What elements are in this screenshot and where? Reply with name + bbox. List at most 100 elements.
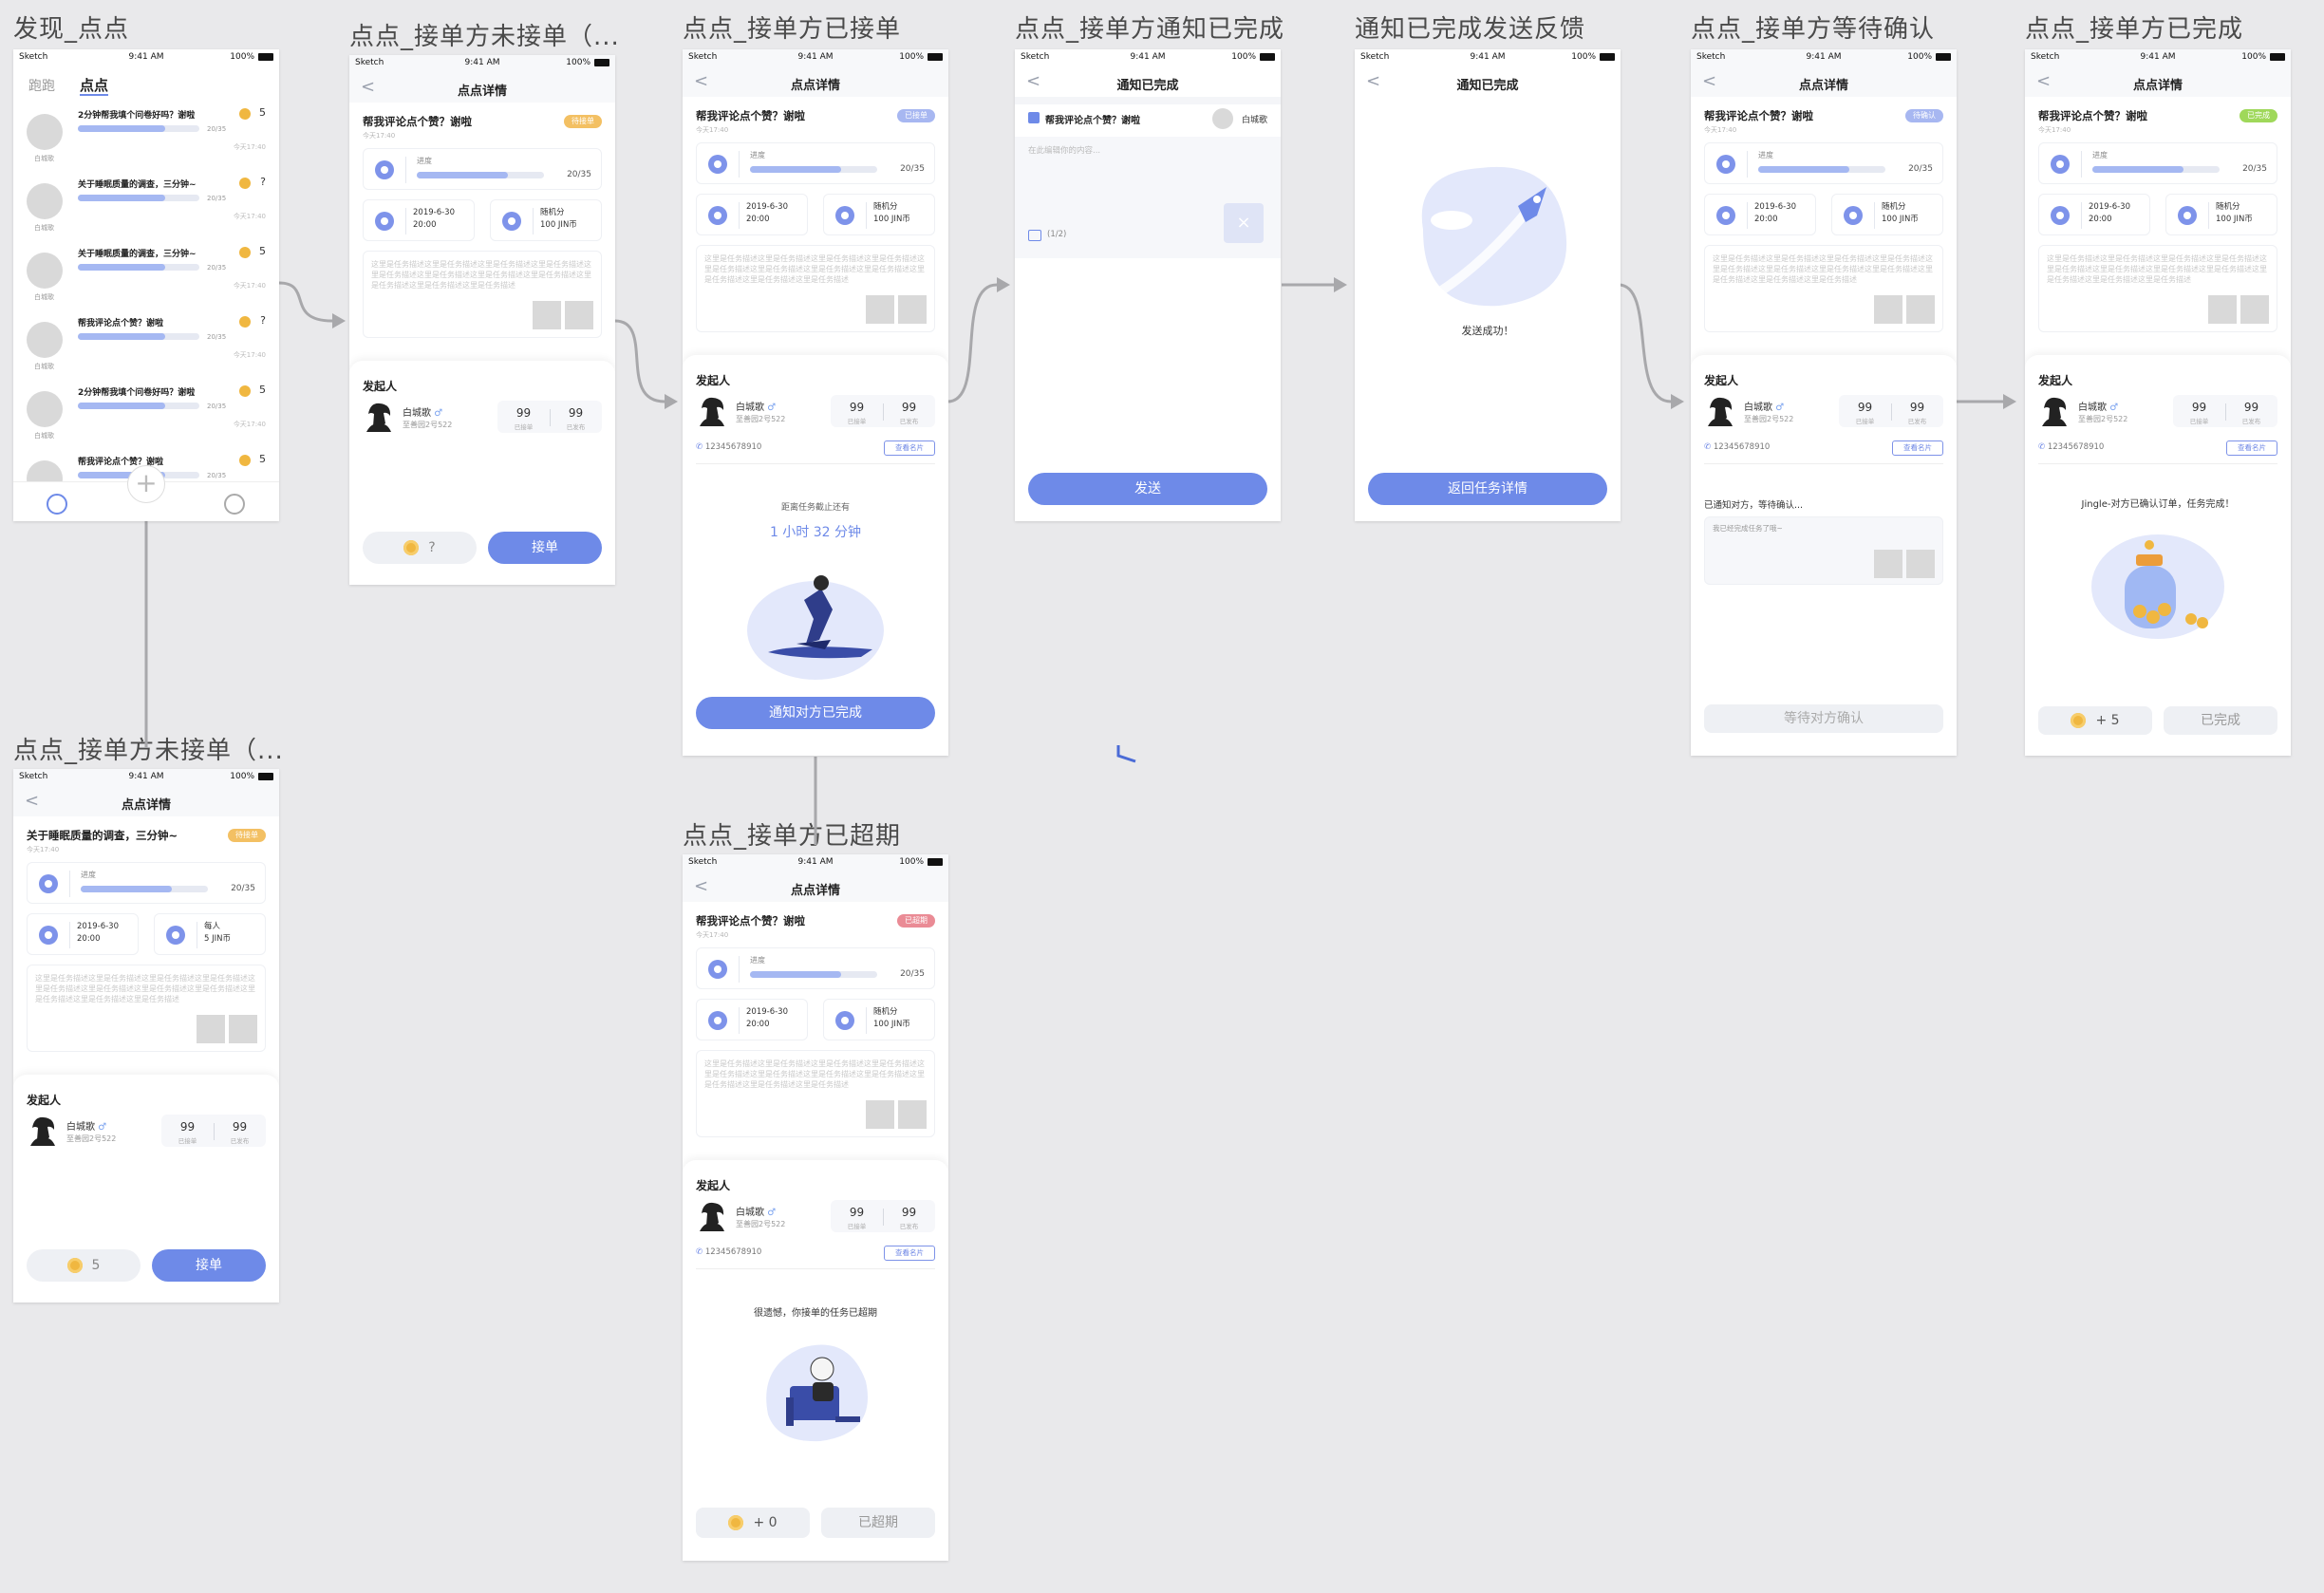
posted-count: 99 xyxy=(232,1120,248,1134)
image-thumb[interactable] xyxy=(1906,550,1935,578)
description-card: 这里是任务描述这里是任务描述这里是任务描述这里是任务描述这里是任务描述这里是任务… xyxy=(27,965,266,1052)
deadline-date: 2019-6-30 xyxy=(746,1007,788,1017)
status-bar: Sketch 9:41 AM 100% xyxy=(1691,49,1957,65)
image-thumb[interactable] xyxy=(2208,295,2237,324)
tab-run[interactable]: 跑跑 xyxy=(28,76,55,95)
reward-amount: 100 JIN币 xyxy=(873,1020,910,1029)
image-thumb[interactable] xyxy=(898,295,927,324)
avatar xyxy=(27,391,63,427)
phone-feedback: Sketch 9:41 AM 100% < 通知已完成 发送成功！ 返回任务详情 xyxy=(1355,49,1621,521)
image-thumb[interactable] xyxy=(2240,295,2269,324)
accept-button[interactable]: 接单 xyxy=(152,1249,266,1282)
avatar[interactable] xyxy=(27,1115,59,1147)
deadline-date: 2019-6-30 xyxy=(77,922,119,931)
label-not-taken-a: 点点_接单方未接单（... xyxy=(349,23,620,51)
taken-count: 99 xyxy=(1857,401,1873,414)
avatar xyxy=(1212,108,1233,129)
avatar[interactable] xyxy=(696,1200,728,1232)
tab-add-icon[interactable]: + xyxy=(127,465,165,503)
status-bar: Sketch 9:41 AM 100% xyxy=(683,854,948,870)
image-thumb[interactable] xyxy=(1874,550,1902,578)
label-notify: 点点_接单方通知已完成 xyxy=(1015,15,1285,44)
deadline-icon xyxy=(708,206,727,225)
view-card-button[interactable]: 查看名片 xyxy=(2226,440,2277,456)
notify-done-button[interactable]: 通知对方已完成 xyxy=(696,697,935,729)
reward-icon xyxy=(835,1011,854,1030)
initiator-stats: 99 已接单 99 已发布 xyxy=(161,1115,266,1147)
message-area[interactable]: 在此编辑你的内容... (1/2) × xyxy=(1015,137,1281,258)
initiator-phone[interactable]: 12345678910 xyxy=(696,442,762,452)
progress-card: 进度 20/35 xyxy=(363,148,602,190)
deadline-time: 20:00 xyxy=(746,215,770,224)
description-card: 这里是任务描述这里是任务描述这里是任务描述这里是任务描述这里是任务描述这里是任务… xyxy=(363,251,602,338)
reward-type: 随机分 xyxy=(1882,202,1906,212)
coin-icon xyxy=(728,1515,744,1530)
tab-dot[interactable]: 点点 xyxy=(80,75,108,95)
view-card-button[interactable]: 查看名片 xyxy=(1892,440,1943,456)
tab-profile-icon[interactable] xyxy=(224,494,245,515)
status-badge: 已超期 xyxy=(897,914,935,928)
phone-wait: Sketch 9:41 AM 100% < 点点详情 帮我评论点个赞？谢啦 今天17:4… xyxy=(1691,49,1957,756)
avatar[interactable] xyxy=(696,395,728,427)
item-title: 2分钟帮我填个问卷好吗？谢啦 xyxy=(78,111,196,121)
list-item[interactable]: 白城歌 帮我评论点个赞？谢啦 20/35 今天17:40 ? xyxy=(13,314,279,383)
view-card-button[interactable]: 查看名片 xyxy=(884,1246,935,1261)
list-item[interactable]: 白城歌 关于睡眠质量的调查，三分钟~ 20/35 今天17:40 5 xyxy=(13,245,279,313)
progress-card: 进度 20/35 xyxy=(696,947,935,989)
image-thumb[interactable] xyxy=(565,301,593,329)
send-button[interactable]: 发送 xyxy=(1028,473,1267,505)
initiator-heading: 发起人 xyxy=(363,380,398,393)
add-image-slot[interactable]: × xyxy=(1224,203,1264,243)
deadline-card: 2019-6-30 20:00 xyxy=(363,199,475,241)
list-item[interactable]: 白城歌 关于睡眠质量的调查，三分钟~ 20/35 今天17:40 ? xyxy=(13,176,279,244)
overdue-message: 很遗憾，你接单的任务已超期 xyxy=(754,1308,877,1319)
initiator-name: 白城歌 ♂ xyxy=(2078,403,2119,413)
task-icon xyxy=(1028,112,1040,123)
item-reward: 5 xyxy=(259,106,266,119)
reward-button[interactable]: ? xyxy=(363,532,477,564)
avatar[interactable] xyxy=(2038,395,2071,427)
image-thumb[interactable] xyxy=(866,1100,894,1129)
divider xyxy=(405,157,406,183)
initiator-phone[interactable]: 12345678910 xyxy=(696,1247,762,1257)
feedback-message-card: 我已经完成任务了哦~ xyxy=(1704,516,1943,585)
image-count: (1/2) xyxy=(1047,230,1067,239)
task-title: 帮我评论点个赞？谢啦 xyxy=(696,109,805,122)
image-thumb[interactable] xyxy=(533,301,561,329)
image-thumb[interactable] xyxy=(229,1015,257,1043)
battery-icon xyxy=(258,773,273,780)
image-thumb[interactable] xyxy=(1874,295,1902,324)
divider xyxy=(1747,151,1748,178)
back-to-task-button[interactable]: 返回任务详情 xyxy=(1368,473,1607,505)
initiator-phone[interactable]: 12345678910 xyxy=(2038,442,2105,452)
image-thumb[interactable] xyxy=(197,1015,225,1043)
view-card-button[interactable]: 查看名片 xyxy=(884,440,935,456)
initiator-heading: 发起人 xyxy=(1704,374,1739,387)
taken-count: 99 xyxy=(2191,401,2207,414)
tab-underline xyxy=(80,94,108,96)
image-thumb[interactable] xyxy=(866,295,894,324)
initiator-stats: 99 已接单 99 已发布 xyxy=(831,1200,935,1232)
avatar[interactable] xyxy=(363,401,395,433)
image-icon[interactable] xyxy=(1028,230,1041,241)
accept-button[interactable]: 接单 xyxy=(488,532,602,564)
reward-button[interactable]: 5 xyxy=(27,1249,141,1282)
avatar[interactable] xyxy=(1704,395,1736,427)
posted-count: 99 xyxy=(901,1206,917,1219)
reward-icon xyxy=(502,212,521,231)
status-bar: Sketch 9:41 AM 100% xyxy=(1355,49,1621,65)
initiator-phone[interactable]: 12345678910 xyxy=(1704,442,1771,452)
close-icon[interactable]: × xyxy=(1224,213,1264,233)
image-thumb[interactable] xyxy=(1906,295,1935,324)
progress-icon xyxy=(708,960,727,979)
deadline-date: 2019-6-30 xyxy=(1754,202,1796,212)
progress-label: 进度 xyxy=(81,871,96,879)
item-count: 20/35 xyxy=(207,403,227,410)
list-item[interactable]: 白城歌 2分钟帮我填个问卷好吗？谢啦 20/35 今天17:40 5 xyxy=(13,106,279,175)
divider xyxy=(696,1268,935,1269)
item-time: 今天17:40 xyxy=(233,282,266,290)
reward-type: 随机分 xyxy=(873,1007,898,1017)
image-thumb[interactable] xyxy=(898,1100,927,1129)
tab-list-icon[interactable] xyxy=(47,494,67,515)
list-item[interactable]: 白城歌 2分钟帮我填个问卷好吗？谢啦 20/35 今天17:40 5 xyxy=(13,384,279,452)
